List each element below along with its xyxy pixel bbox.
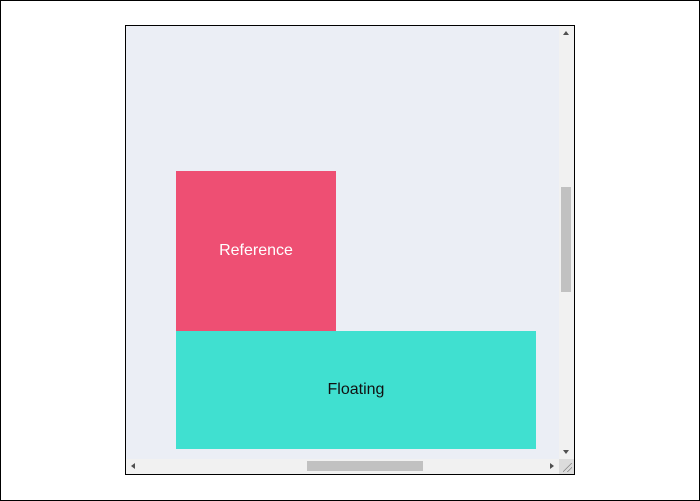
reference-label: Reference xyxy=(219,242,293,259)
scrollbar-corner xyxy=(559,459,574,474)
resize-grip-icon[interactable] xyxy=(563,463,572,472)
scroll-up-icon[interactable] xyxy=(563,31,569,35)
scroll-container[interactable]: Reference Floating xyxy=(125,25,575,475)
horizontal-scrollbar[interactable] xyxy=(126,459,559,474)
scroll-down-icon[interactable] xyxy=(563,450,569,454)
vertical-scrollbar[interactable] xyxy=(559,26,574,459)
scroll-right-icon[interactable] xyxy=(550,463,554,469)
vertical-scroll-thumb[interactable] xyxy=(561,187,571,292)
reference-box[interactable]: Reference xyxy=(176,171,336,331)
floating-box: Floating xyxy=(176,331,536,449)
floating-label: Floating xyxy=(327,381,385,398)
scroll-left-icon[interactable] xyxy=(131,463,135,469)
horizontal-scroll-thumb[interactable] xyxy=(307,461,423,471)
